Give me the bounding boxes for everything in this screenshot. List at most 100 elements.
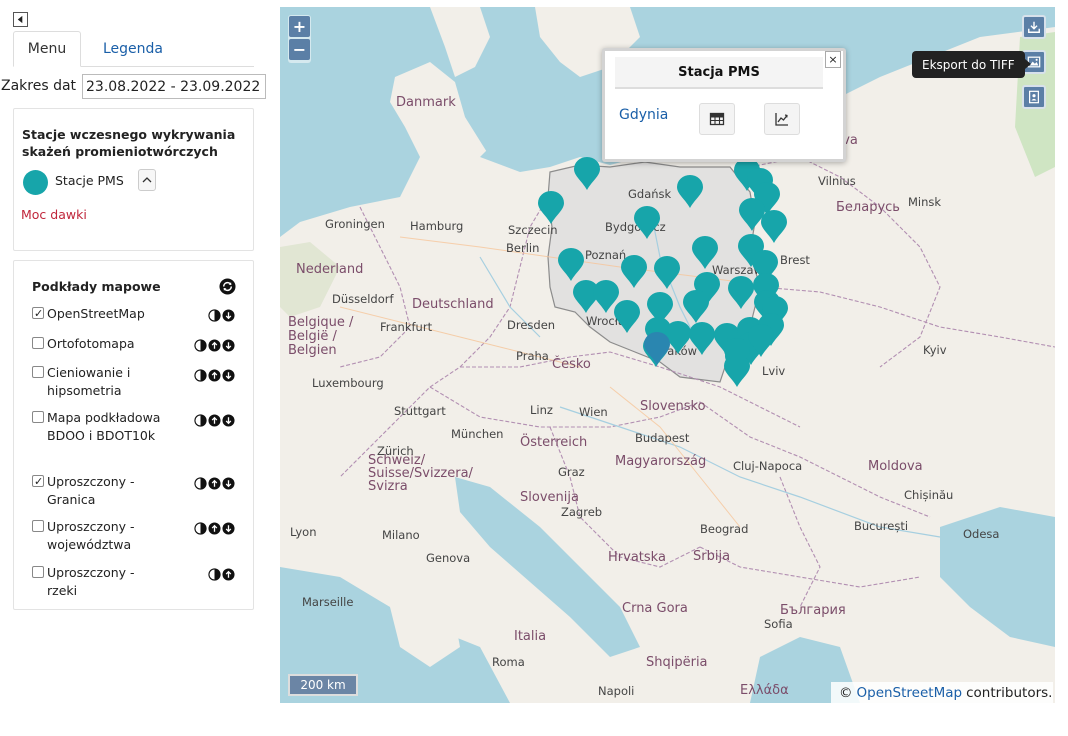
map-label-country: Moldova <box>868 459 923 474</box>
map-label-city: Groningen <box>325 217 385 231</box>
map-label-country: Srbija <box>693 549 731 564</box>
move-up-icon[interactable] <box>208 477 221 490</box>
map-label-country: Deutschland <box>412 297 494 312</box>
basemap-label: Cieniowanie i hipsometria <box>47 365 131 398</box>
opacity-icon[interactable] <box>208 568 221 581</box>
map-label-country: Česko <box>552 357 591 372</box>
move-down-icon[interactable] <box>222 414 235 427</box>
opacity-icon[interactable] <box>208 309 221 322</box>
station-marker[interactable] <box>557 248 585 282</box>
attribution-suffix: contributors. <box>966 684 1053 701</box>
move-down-icon[interactable] <box>222 309 235 322</box>
pms-expand-button[interactable] <box>138 169 156 191</box>
move-down-icon[interactable] <box>222 339 235 352</box>
basemap-item[interactable]: OpenStreetMap <box>32 305 232 325</box>
stations-title: Stacje wczesnego wykrywania skażeń promi… <box>22 127 236 159</box>
move-down-icon[interactable] <box>222 369 235 382</box>
opacity-icon[interactable] <box>194 414 207 427</box>
map-label-city: Lviv <box>762 364 786 378</box>
print-portrait-button[interactable] <box>1022 85 1046 109</box>
download-button[interactable] <box>1022 15 1046 39</box>
map-label-country: Schweiz/ Suisse/Svizzera/ Svizra <box>368 453 473 494</box>
map-label-country: Hrvatska <box>608 550 666 565</box>
station-marker[interactable] <box>613 300 641 334</box>
zoom-in-button[interactable]: + <box>289 16 310 37</box>
map-label-city: Napoli <box>598 684 635 698</box>
station-marker[interactable] <box>653 256 681 290</box>
map-label-country: Luxembourg <box>312 376 384 390</box>
opacity-icon[interactable] <box>194 477 207 490</box>
map-label-city: Odesa <box>963 527 1000 541</box>
station-marker[interactable] <box>723 338 751 372</box>
station-marker[interactable] <box>643 332 671 366</box>
station-marker[interactable] <box>688 322 716 356</box>
basemap-item[interactable]: Uproszczony - rzeki <box>32 564 232 598</box>
map-label-city: Genova <box>426 551 471 565</box>
checkbox[interactable] <box>32 473 44 491</box>
station-marker[interactable] <box>633 206 661 240</box>
refresh-icon[interactable] <box>219 278 236 295</box>
dose-rate-link[interactable]: Moc dawki <box>21 207 87 222</box>
basemap-label: OpenStreetMap <box>47 306 145 321</box>
map-label-country: Беларусь <box>836 200 900 215</box>
tab-menu[interactable]: Menu <box>13 31 81 67</box>
map-label-country: Nederland <box>296 262 364 277</box>
table-button[interactable] <box>699 103 735 135</box>
map-label-country: Ελλάδα <box>740 683 789 698</box>
checkbox[interactable] <box>32 566 44 578</box>
map-label-city: Vilnius <box>818 174 856 188</box>
move-down-icon[interactable] <box>222 522 235 535</box>
map-label-city: Roma <box>492 655 525 669</box>
move-up-icon[interactable] <box>208 369 221 382</box>
layer-controls <box>208 309 235 322</box>
station-link[interactable]: Gdynia <box>619 107 668 123</box>
move-up-icon[interactable] <box>208 414 221 427</box>
checkbox[interactable] <box>32 337 44 349</box>
station-marker[interactable] <box>727 276 755 310</box>
stations-card: Stacje wczesnego wykrywania skażeń promi… <box>13 108 254 251</box>
portrait-icon <box>1029 90 1039 104</box>
map-label-city: Düsseldorf <box>332 292 394 306</box>
opacity-icon[interactable] <box>194 339 207 352</box>
map-label-city: Stuttgart <box>394 404 446 418</box>
map-label-city: Chișinău <box>904 488 954 502</box>
checkbox[interactable] <box>32 366 44 378</box>
map-label-city: București <box>854 519 909 533</box>
move-up-icon[interactable] <box>208 339 221 352</box>
pms-legend-swatch <box>23 170 48 195</box>
date-range-input[interactable] <box>82 74 266 99</box>
map-label-city: Wien <box>579 405 608 419</box>
checkbox[interactable] <box>32 305 44 323</box>
station-marker[interactable] <box>691 236 719 270</box>
station-marker[interactable] <box>682 290 710 324</box>
chart-button[interactable] <box>764 103 800 135</box>
zoom-out-button[interactable]: − <box>289 39 310 60</box>
pms-layer-label[interactable]: Stacje PMS <box>55 173 124 188</box>
checkbox[interactable] <box>32 411 44 423</box>
move-down-icon[interactable] <box>222 477 235 490</box>
map-label-city: Zürich <box>377 444 414 458</box>
map-label-city: Milano <box>382 528 420 542</box>
scale-bar: 200 km <box>288 674 358 696</box>
tab-legenda[interactable]: Legenda <box>93 31 173 67</box>
station-marker[interactable] <box>620 255 648 289</box>
collapse-panel-button[interactable] <box>13 12 28 27</box>
close-popup-button[interactable]: × <box>825 51 841 68</box>
station-marker[interactable] <box>573 157 601 191</box>
move-up-icon[interactable] <box>222 568 235 581</box>
station-marker[interactable] <box>747 324 775 358</box>
map-view[interactable]: Danmark Nederland Deutschland Česko Slov… <box>280 7 1055 703</box>
station-marker[interactable] <box>537 191 565 225</box>
map-label-city: Szczecin <box>508 223 558 237</box>
opacity-icon[interactable] <box>194 369 207 382</box>
move-up-icon[interactable] <box>208 522 221 535</box>
map-label-country: Danmark <box>396 95 456 110</box>
layer-controls <box>194 339 235 352</box>
osm-link[interactable]: OpenStreetMap <box>857 685 963 701</box>
opacity-icon[interactable] <box>194 522 207 535</box>
checkbox[interactable] <box>32 520 44 532</box>
station-marker[interactable] <box>676 175 704 209</box>
zoom-controls: + − <box>288 15 311 63</box>
map-label-city: Frankfurt <box>380 320 433 334</box>
map-label-city: Berlin <box>506 241 540 255</box>
